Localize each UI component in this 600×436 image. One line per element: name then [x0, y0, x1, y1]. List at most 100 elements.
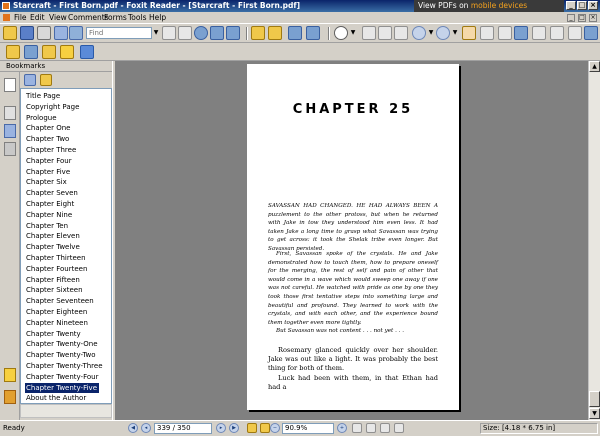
bookmark-item[interactable]: Chapter Three: [25, 145, 78, 155]
zoom-dropdown-icon[interactable]: ▼: [349, 27, 357, 39]
zoom-in-icon[interactable]: [334, 26, 348, 40]
page-number-field[interactable]: 339 / 350: [154, 423, 212, 434]
bookmark-item[interactable]: Chapter Four: [25, 156, 74, 166]
last-page-button[interactable]: ▶: [229, 423, 239, 433]
next-page-button[interactable]: ▸: [216, 423, 226, 433]
document-vertical-scrollbar[interactable]: ▲ ▼: [588, 61, 600, 420]
back-arrow-icon[interactable]: [251, 26, 265, 40]
rotate-dropdown-icon[interactable]: ▼: [451, 27, 459, 39]
doc-restore-button[interactable]: □: [578, 14, 586, 22]
previous-page-button[interactable]: ◂: [141, 423, 151, 433]
bookmark-item[interactable]: Chapter Fourteen: [25, 264, 89, 274]
bookmark-item[interactable]: Chapter Ten: [25, 221, 70, 231]
find-input[interactable]: [86, 27, 152, 39]
attach-file-icon[interactable]: [4, 390, 16, 404]
open-icon[interactable]: [3, 26, 17, 40]
status-zoom-in-button[interactable]: +: [337, 423, 347, 433]
zoom-out-dropdown-icon[interactable]: ▼: [427, 27, 435, 39]
menu-view[interactable]: View: [49, 12, 67, 23]
find-prev-icon[interactable]: [162, 26, 176, 40]
bookmark-item[interactable]: Copyright Page: [25, 102, 81, 112]
find-dropdown-icon[interactable]: ▼: [152, 27, 160, 39]
menu-forms[interactable]: Forms: [104, 12, 127, 23]
first-page-icon[interactable]: [288, 26, 302, 40]
facing-pages-icon[interactable]: [568, 26, 582, 40]
menu-edit[interactable]: Edit: [30, 12, 45, 23]
status-zoom-out-button[interactable]: −: [270, 423, 280, 433]
text-tool-icon[interactable]: [514, 26, 528, 40]
bookmark-item[interactable]: Chapter Seven: [25, 188, 80, 198]
save-icon[interactable]: [20, 26, 34, 40]
menu-comments[interactable]: Comments: [68, 12, 109, 23]
select-annotation-icon[interactable]: [498, 26, 512, 40]
attachments-tab-icon[interactable]: [4, 142, 16, 156]
rotate-icon[interactable]: [436, 26, 450, 40]
bookmark-list[interactable]: Title Page Copyright Page Prologue Chapter …: [20, 88, 112, 404]
bookmark-item[interactable]: Chapter Twenty-Five: [25, 382, 99, 393]
layers-tab-icon[interactable]: [4, 124, 16, 138]
highlight-icon[interactable]: [42, 45, 56, 59]
delete-bookmark-icon[interactable]: [24, 74, 36, 86]
first-page-button[interactable]: ◀: [128, 423, 138, 433]
bookmark-item[interactable]: Chapter Seventeen: [25, 296, 96, 306]
scroll-up-button[interactable]: ▲: [589, 61, 600, 72]
menu-file[interactable]: File: [14, 12, 27, 23]
typewriter-icon[interactable]: [480, 26, 494, 40]
status-forward-icon[interactable]: [260, 423, 270, 433]
bookmark-item[interactable]: Chapter Twenty-Three: [25, 361, 105, 371]
minimize-button[interactable]: _: [566, 1, 576, 10]
status-facing-icon[interactable]: [380, 423, 390, 433]
bookmark-item[interactable]: Chapter Eighteen: [25, 307, 89, 317]
properties-icon[interactable]: [24, 45, 38, 59]
find-icon[interactable]: [69, 26, 83, 40]
hand-icon[interactable]: [462, 26, 476, 40]
last-page-icon[interactable]: [306, 26, 320, 40]
bookmark-item[interactable]: Chapter Twenty: [25, 329, 83, 339]
doc-minimize-button[interactable]: _: [567, 14, 575, 22]
continuous-page-icon[interactable]: [550, 26, 564, 40]
zoom-out-circle-icon[interactable]: [412, 26, 426, 40]
full-screen-icon[interactable]: [584, 26, 598, 40]
single-page-icon[interactable]: [532, 26, 546, 40]
bookmark-item[interactable]: About the Author: [25, 393, 88, 403]
mobile-promo-banner[interactable]: View PDFs on mobile devices: [414, 0, 564, 12]
bookmark-item[interactable]: Chapter Eight: [25, 199, 76, 209]
bookmark-item[interactable]: Chapter Two: [25, 134, 71, 144]
status-single-page-icon[interactable]: [352, 423, 362, 433]
arrow-tool-icon[interactable]: [80, 45, 94, 59]
bookmark-item[interactable]: Chapter Eleven: [25, 231, 82, 241]
bookmark-item[interactable]: Chapter Five: [25, 167, 72, 177]
bookmark-panel-icon[interactable]: [6, 45, 20, 59]
doc-close-button[interactable]: ×: [589, 14, 597, 22]
forward-arrow-icon[interactable]: [268, 26, 282, 40]
fit-width-icon[interactable]: [378, 26, 392, 40]
pdf-page[interactable]: CHAPTER 25 SAVASSAN HAD CHANGED. HE HAD …: [247, 64, 459, 410]
email-icon[interactable]: [54, 26, 68, 40]
find-next-icon[interactable]: [178, 26, 192, 40]
comments-tab-icon[interactable]: [4, 368, 16, 382]
actual-size-icon[interactable]: [394, 26, 408, 40]
bookmark-item[interactable]: Title Page: [25, 91, 62, 101]
fit-page-icon[interactable]: [362, 26, 376, 40]
bookmark-item[interactable]: Chapter Nine: [25, 210, 74, 220]
bookmark-item[interactable]: Chapter Twelve: [25, 242, 82, 252]
bookmarks-tab-icon[interactable]: [4, 78, 16, 92]
status-back-icon[interactable]: [247, 423, 257, 433]
scroll-thumb[interactable]: [589, 391, 600, 407]
menu-help[interactable]: Help: [149, 12, 166, 23]
add-bookmark-icon[interactable]: [40, 74, 52, 86]
bookmark-item[interactable]: Chapter Twenty-One: [25, 339, 100, 349]
select-text-icon[interactable]: [210, 26, 224, 40]
pages-tab-icon[interactable]: [4, 106, 16, 120]
status-continuous-icon[interactable]: [366, 423, 376, 433]
snapshot-icon[interactable]: [226, 26, 240, 40]
bookmark-item[interactable]: Chapter Twenty-Two: [25, 350, 98, 360]
bookmark-horizontal-scrollbar[interactable]: [20, 404, 112, 418]
close-button[interactable]: ×: [588, 1, 598, 10]
note-icon[interactable]: [60, 45, 74, 59]
bookmark-item[interactable]: Chapter One: [25, 123, 72, 133]
bookmark-item[interactable]: Chapter Fifteen: [25, 275, 82, 285]
bookmark-item[interactable]: Chapter Sixteen: [25, 285, 85, 295]
bookmark-item[interactable]: Chapter Six: [25, 177, 69, 187]
print-icon[interactable]: [37, 26, 51, 40]
